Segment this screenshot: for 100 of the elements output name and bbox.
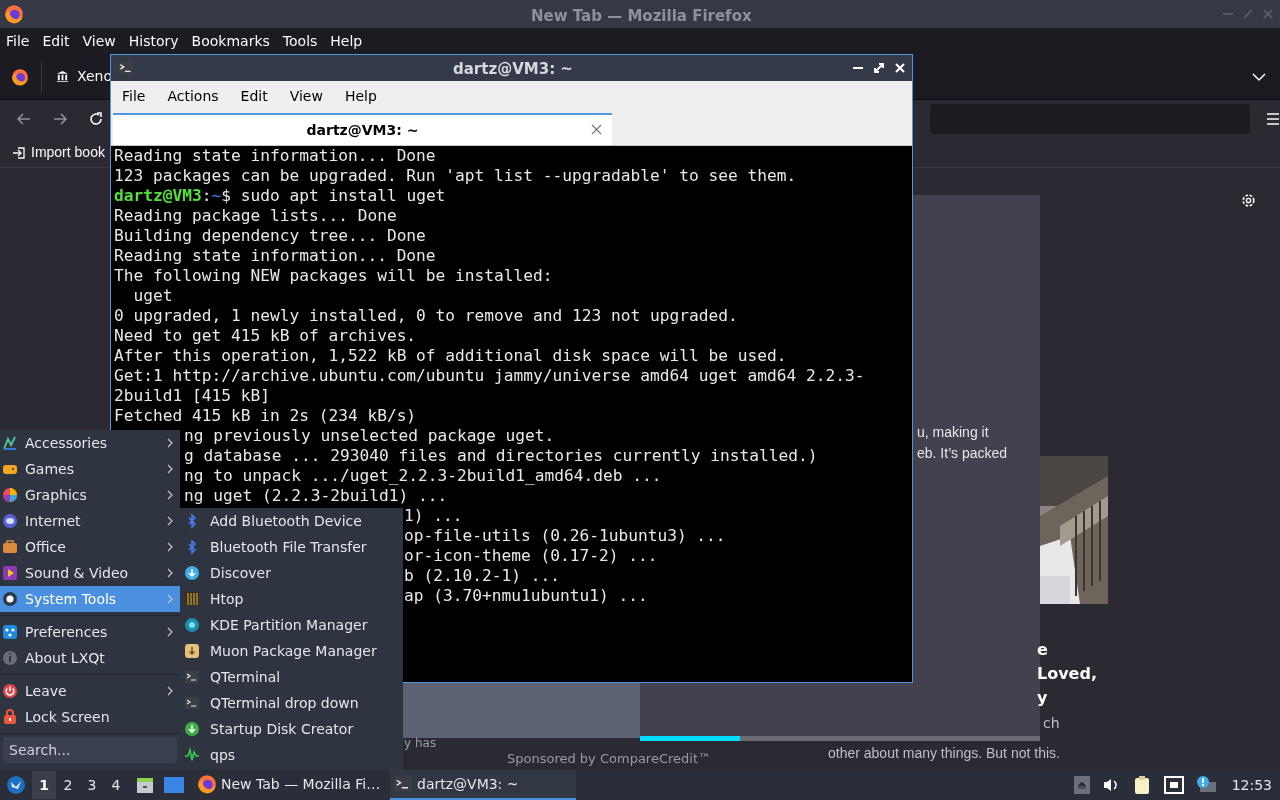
desktop-switch[interactable]: 2	[56, 771, 80, 799]
menu-item[interactable]: Leave	[0, 678, 180, 704]
media-icon	[2, 565, 18, 581]
menu-item[interactable]: qps	[180, 742, 403, 768]
desktop-switch[interactable]: 1	[32, 771, 56, 799]
chevron-right-icon	[167, 568, 174, 578]
import-icon	[12, 145, 26, 160]
terminal-line: ap (3.70+nmu1ubuntu1) ...	[404, 586, 648, 606]
terminal-line: g database ... 293040 files and directories currently installed.)	[184, 446, 818, 466]
drawing-tools-icon	[2, 435, 18, 451]
terminal-icon	[184, 669, 200, 685]
disc-icon	[184, 617, 200, 633]
alert-icon[interactable]	[1195, 776, 1216, 794]
menu-item[interactable]: View	[82, 30, 116, 52]
terminal-line: Building dependency tree... Done	[114, 226, 426, 246]
chevron-down-icon[interactable]	[1252, 71, 1266, 82]
menu-item[interactable]: Startup Disk Creator	[180, 716, 403, 742]
menu-icon[interactable]	[1266, 113, 1280, 125]
menu-item[interactable]: File	[6, 30, 30, 52]
menu-item[interactable]: Edit	[42, 30, 70, 52]
menu-item[interactable]: Internet	[0, 508, 180, 534]
fox-globe-icon	[197, 774, 217, 794]
fox-globe-icon	[11, 67, 29, 86]
globe-icon	[2, 513, 18, 529]
chevron-right-icon	[167, 686, 174, 696]
menu-item[interactable]: Discover	[180, 560, 403, 586]
reload-icon[interactable]	[88, 111, 104, 127]
menu-item[interactable]: Actions	[167, 85, 219, 107]
menu-item[interactable]: History	[128, 30, 179, 52]
menu-item[interactable]: File	[122, 85, 146, 107]
terminal-line: 0 upgraded, 1 newly installed, 0 to remove and 123 not upgraded.	[114, 306, 738, 326]
menu-item[interactable]: QTerminal	[180, 664, 403, 690]
back-arrow-icon[interactable]	[16, 111, 32, 127]
power-icon	[2, 683, 18, 699]
menu-item[interactable]: Graphics	[0, 482, 180, 508]
desktop-switch[interactable]: 4	[104, 771, 128, 799]
forward-arrow-icon[interactable]	[52, 111, 68, 127]
menu-item[interactable]: Bluetooth File Transfer	[180, 534, 403, 560]
terminal-line: Reading state information... Done	[114, 246, 436, 266]
terminal-icon	[184, 695, 200, 711]
volume-icon[interactable]	[1101, 777, 1120, 793]
article-text: u, making it	[917, 423, 989, 442]
terminal-line: b (2.10.2-1) ...	[404, 566, 560, 586]
menu-item[interactable]: Preferences	[0, 619, 180, 645]
taskbar-button[interactable]: New Tab — Mozilla Fi…	[194, 770, 380, 800]
palette-icon	[2, 487, 18, 503]
menu-item[interactable]: Help	[344, 85, 377, 107]
menu-item[interactable]: Office	[0, 534, 180, 560]
menu-item[interactable]: Htop	[180, 586, 403, 612]
chevron-right-icon	[167, 516, 174, 526]
menu-item[interactable]: QTerminal drop down	[180, 690, 403, 716]
menu-item[interactable]: Bookmarks	[191, 30, 270, 52]
menu-item[interactable]: Muon Package Manager	[180, 638, 403, 664]
chevron-right-icon	[167, 594, 174, 604]
terminal-line: 1) ...	[404, 506, 463, 526]
article-text: y has	[404, 735, 437, 752]
gear-icon	[2, 591, 18, 607]
terminal-tab[interactable]: dartz@VM3: ~	[113, 113, 612, 145]
taskbar-button[interactable]: dartz@VM3: ~	[390, 770, 576, 800]
bookmark-item[interactable]: Import book	[12, 142, 105, 163]
article-text: ch	[1043, 714, 1060, 733]
terminal-line: or-icon-theme (0.17-2) ...	[404, 546, 658, 566]
menu-item[interactable]: Games	[0, 456, 180, 482]
terminal-line: Get:1 http://archive.ubuntu.com/ubuntu jammy/universe amd64 uget amd64 2.2.3-	[114, 366, 865, 386]
menu-item[interactable]: KDE Partition Manager	[180, 612, 403, 638]
bird-icon[interactable]	[6, 775, 26, 795]
package-icon	[184, 643, 200, 659]
download-icon	[184, 721, 200, 737]
menu-item[interactable]: Edit	[240, 85, 268, 107]
file-cabinet-icon[interactable]	[136, 776, 154, 794]
chevron-right-icon	[167, 542, 174, 552]
menu-item[interactable]: Sound & Video	[0, 560, 180, 586]
terminal-line: dartz@VM3:~$ sudo apt install uget	[114, 186, 446, 206]
menu-item[interactable]: Add Bluetooth Device	[180, 508, 403, 534]
menu-item[interactable]: Accessories	[0, 430, 180, 456]
headline-text: e	[1037, 639, 1048, 661]
chevron-right-icon	[167, 627, 174, 637]
settings-icon[interactable]	[1240, 192, 1257, 209]
museum-icon	[56, 70, 69, 83]
terminal-line: Reading state information... Done	[114, 146, 436, 166]
caret-up-icon[interactable]	[1073, 776, 1090, 794]
terminal-line: ng to unpack .../uget_2.2.3-2build1_amd64.deb ...	[184, 466, 662, 486]
terminal-line: ng previously unselected package uget.	[184, 426, 555, 446]
pulse-icon	[184, 747, 200, 763]
chevron-right-icon	[167, 464, 174, 474]
terminal-line: Need to get 415 kB of archives.	[114, 326, 417, 346]
terminal-line: The following NEW packages will be installed:	[114, 266, 553, 286]
menu-item[interactable]: Lock Screen	[0, 704, 180, 730]
chevron-right-icon	[167, 438, 174, 448]
terminal-line: op-file-utils (0.26-1ubuntu3) ...	[404, 526, 726, 546]
fox-globe-icon	[4, 4, 24, 24]
chevron-right-icon	[167, 490, 174, 500]
article-text: eb. It’s packed	[917, 444, 1008, 463]
menu-item[interactable]: View	[289, 85, 323, 107]
menu-item[interactable]: About LXQt	[0, 645, 180, 671]
search-field[interactable]: Search...	[3, 737, 177, 763]
menu-item[interactable]: Help	[330, 30, 363, 52]
desktop-switch[interactable]: 3	[80, 771, 104, 799]
network-icon[interactable]	[1163, 776, 1184, 794]
menu-item[interactable]: Tools	[282, 30, 318, 52]
